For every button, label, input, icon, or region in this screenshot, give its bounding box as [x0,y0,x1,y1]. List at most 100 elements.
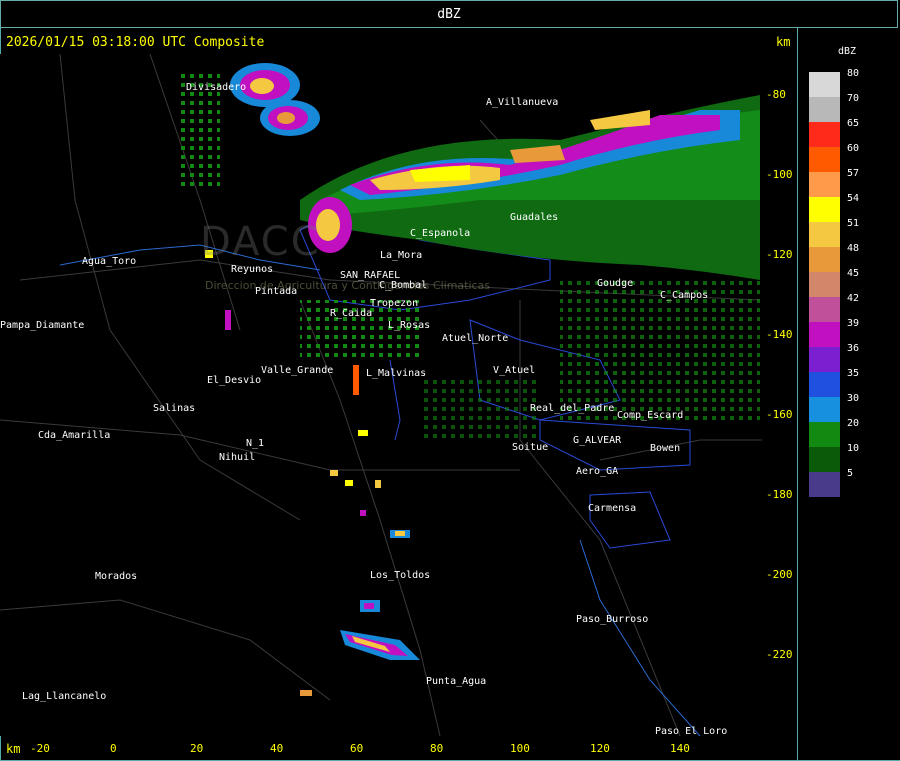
title-bar: dBZ [0,0,898,28]
place-label: Goudge [597,278,634,289]
legend-value: 35 [847,368,860,379]
place-label: Valle_Grande [261,365,334,376]
product-title: dBZ [437,7,461,22]
legend-value: 10 [847,443,860,454]
place-label: Los_Toldos [370,570,431,581]
place-label: Morados [95,571,138,582]
place-label: Tropezon [370,298,419,309]
x-tick-label: 40 [270,742,284,755]
legend-value: 30 [847,393,860,404]
place-label: Atuel_Norte [442,333,509,344]
place-label: L_Malvinas [366,368,427,379]
place-label: Pampa_Diamante [0,320,85,331]
legend-swatch [809,172,840,197]
place-label: Nihuil [219,452,256,463]
place-label: Punta_Agua [426,676,487,687]
legend-swatch [809,97,840,122]
legend-swatch [809,422,840,447]
x-tick-label: -20 [30,742,50,755]
x-tick-label: 100 [510,742,530,755]
legend-swatch [809,447,840,472]
place-label: Divisadero [186,82,247,93]
place-label: Agua_Toro [82,256,137,267]
place-label: Cda_Amarilla [38,430,111,441]
legend-value: 80 [847,68,860,79]
legend-swatch [809,147,840,172]
legend-swatch [809,372,840,397]
legend-swatch [809,397,840,422]
place-label: Paso_Burroso [576,614,649,625]
place-label: V_Atuel [493,365,536,376]
legend-swatch [809,272,840,297]
place-label: G_ALVEAR [573,435,622,446]
legend-swatch [809,297,840,322]
y-tick-label: -220 [766,648,793,661]
legend-value: 48 [847,243,860,254]
legend-swatch [809,472,840,497]
legend-swatch [809,122,840,147]
legend-swatch [809,347,840,372]
legend-swatch [809,197,840,222]
x-tick-label: 80 [430,742,444,755]
x-tick-label: 140 [670,742,690,755]
place-label: A_Villanueva [486,97,559,108]
y-tick-label: -180 [766,488,793,501]
legend-value: 20 [847,418,860,429]
legend-value: 51 [847,218,860,229]
y-tick-label: -80 [766,88,786,101]
place-label: Real_del_Padre [530,403,615,414]
legend-value: 70 [847,93,860,104]
color-legend [809,72,840,497]
legend-swatch [809,72,840,97]
legend-swatch [809,322,840,347]
place-label: C_Campos [660,290,709,301]
x-tick-label: 120 [590,742,610,755]
legend-value: 5 [847,468,854,479]
place-label: L_Rosas [388,320,431,331]
legend-value: 57 [847,168,860,179]
legend-value: 36 [847,343,860,354]
legend-value: 54 [847,193,860,204]
legend-value: 39 [847,318,860,329]
precip-band-north [300,95,760,280]
x-tick-label: 60 [350,742,364,755]
place-label: Soitue [512,442,549,453]
legend-swatch [809,222,840,247]
radar-map[interactable]: DACC Direccion de Agricultura y Continge… [0,54,762,736]
place-label: C_Bombal [379,280,428,291]
x-tick-label: 0 [110,742,117,755]
place-label: Bowen [650,443,681,454]
place-label: Lag_Llancanelo [22,691,107,702]
x-tick-label: 20 [190,742,204,755]
place-label: El_Desvio [207,375,262,386]
y-axis-unit: km [776,35,791,49]
legend-value: 45 [847,268,860,279]
watermark-logo: DACC [200,219,321,265]
legend-value: 65 [847,118,860,129]
legend-title: dBZ [838,46,857,57]
legend-swatch [809,247,840,272]
place-label: Comp_Escard [617,410,684,421]
legend-value: 42 [847,293,860,304]
y-tick-label: -120 [766,248,793,261]
place-label: Carmensa [588,503,637,514]
right-frame-divider [797,28,798,761]
y-tick-label: -140 [766,328,793,341]
timestamp-label: 2026/01/15 03:18:00 UTC Composite [6,35,265,50]
x-axis-unit: km [6,742,21,756]
place-label: N_1 [246,438,265,449]
place-label: La_Mora [380,250,423,261]
place-label: R_Caida [330,308,373,319]
place-label: Salinas [153,403,196,414]
y-tick-label: -200 [766,568,793,581]
legend-value: 60 [847,143,860,154]
y-tick-label: -160 [766,408,793,421]
place-label: Aero_GA [576,466,619,477]
place-label: C_Espanola [410,228,471,239]
radar-map-canvas [0,54,762,736]
place-label: Reyunos [231,264,274,275]
y-tick-label: -100 [766,168,793,181]
place-label: Pintada [255,286,298,297]
place-label: Paso_El_Loro [655,726,728,736]
place-label: Guadales [510,212,559,223]
